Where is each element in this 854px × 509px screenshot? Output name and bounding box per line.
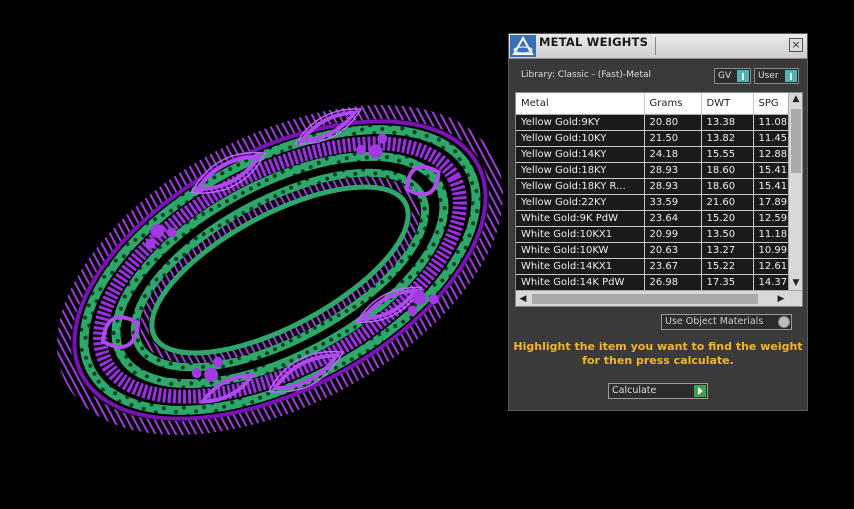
table-cell: White Gold:14KX1 [516,258,645,275]
table-row[interactable]: Yellow Gold:9KY 20.80 13.38 11.08 [516,114,789,131]
table-row[interactable]: Yellow Gold:18KY R... 28.93 18.60 15.41 [516,178,789,195]
table-cell: 15.22 [701,258,754,275]
table-cell: 12.59 [753,210,789,227]
toggle-icon [785,70,797,82]
table-row[interactable]: White Gold:14KX1 23.67 15.22 12.61 [516,258,789,275]
3d-viewport[interactable] [0,0,505,505]
table-cell: 13.82 [701,130,754,147]
table-cell: 15.20 [701,210,754,227]
table-row[interactable]: Yellow Gold:14KY 24.18 15.55 12.88 [516,146,789,163]
table-row[interactable]: White Gold:10KW 20.63 13.27 10.99 [516,242,789,259]
column-header-grams[interactable]: Grams [644,93,702,115]
table-cell: 14.37 [753,274,789,291]
table-cell: 18.60 [701,162,754,179]
table-row[interactable]: Yellow Gold:22KY 33.59 21.60 17.89 [516,194,789,211]
scroll-thumb[interactable] [791,109,801,173]
table-cell: 18.60 [701,178,754,195]
table-row[interactable]: Yellow Gold:10KY 21.50 13.82 11.45 [516,130,789,147]
table-cell: White Gold:10KW [516,242,645,259]
table-cell: 20.63 [644,242,702,259]
table-cell: White Gold:14K PdW [516,274,645,291]
column-header-metal[interactable]: Metal [516,93,645,115]
column-header-spg[interactable]: SPG [753,93,789,115]
table-cell: 11.18 [753,226,789,243]
gv-toggle[interactable]: GV [714,68,751,84]
table-cell: White Gold:9K PdW [516,210,645,227]
metal-weights-panel: METAL WEIGHTS × Library: Classic - (Fast… [508,33,808,411]
table-row[interactable]: White Gold:14K PdW 26.98 17.35 14.37 [516,274,789,291]
scroll-up-icon[interactable]: ▲ [789,93,802,106]
table-cell: Yellow Gold:18KY [516,162,645,179]
table-cell: 17.89 [753,194,789,211]
column-header-dwt[interactable]: DWT [701,93,754,115]
table-cell: Yellow Gold:10KY [516,130,645,147]
table-cell: 10.99 [753,242,789,259]
table-cell: 12.88 [753,146,789,163]
radio-icon[interactable] [778,316,790,328]
calculate-button[interactable]: Calculate [608,383,708,399]
instructions-line: Highlight the item you want to find the … [513,340,803,353]
table-cell: 13.50 [701,226,754,243]
table-cell: 17.35 [701,274,754,291]
table-cell: Yellow Gold:22KY [516,194,645,211]
gv-toggle-label: GV [718,71,732,81]
toggle-icon [737,70,749,82]
calculate-label: Calculate [612,385,657,396]
scroll-right-icon[interactable]: ▶ [774,291,788,306]
scroll-left-icon[interactable]: ◀ [516,291,530,306]
table-cell: 28.93 [644,178,702,195]
table-cell: 13.38 [701,114,754,131]
matrix-logo-icon [510,35,536,57]
user-toggle-label: User [758,71,779,81]
instructions-text: Highlight the item you want to find the … [509,340,807,368]
title-divider [655,37,656,55]
bangle-render [56,105,504,435]
table-cell: 15.41 [753,178,789,195]
table-cell: White Gold:10KX1 [516,226,645,243]
user-toggle[interactable]: User [754,68,799,84]
use-object-materials-option[interactable]: Use Object Materials [661,314,792,330]
table-cell: 20.99 [644,226,702,243]
vertical-scrollbar[interactable]: ▲ ▼ [788,93,802,290]
use-object-materials-label: Use Object Materials [665,316,764,327]
table-cell: 21.60 [701,194,754,211]
play-icon [694,385,706,397]
table-cell: Yellow Gold:9KY [516,114,645,131]
table-header-row: Metal Grams DWT SPG [516,93,789,115]
table-cell: 24.18 [644,146,702,163]
library-label: Library: Classic - (Fast)-Metal [521,70,652,80]
horizontal-scrollbar[interactable]: ◀ ▶ [516,290,802,306]
panel-title: METAL WEIGHTS [539,35,649,49]
close-button[interactable]: × [789,38,803,52]
metal-table[interactable]: Metal Grams DWT SPG Yellow Gold:9KY 20.80… [515,92,803,307]
table-row[interactable]: White Gold:9K PdW 23.64 15.20 12.59 [516,210,789,227]
scroll-thumb[interactable] [532,294,758,304]
table-cell: 23.64 [644,210,702,227]
panel-titlebar[interactable]: METAL WEIGHTS × [509,34,807,59]
table-row[interactable]: Yellow Gold:18KY 28.93 18.60 15.41 [516,162,789,179]
table-cell: 26.98 [644,274,702,291]
table-cell: 21.50 [644,130,702,147]
table-cell: 11.45 [753,130,789,147]
table-cell: 33.59 [644,194,702,211]
table-cell: Yellow Gold:14KY [516,146,645,163]
table-cell: Yellow Gold:18KY R... [516,178,645,195]
table-row[interactable]: White Gold:10KX1 20.99 13.50 11.18 [516,226,789,243]
table-cell: 15.41 [753,162,789,179]
table-cell: 11.08 [753,114,789,131]
table-cell: 28.93 [644,162,702,179]
table-cell: 15.55 [701,146,754,163]
scroll-down-icon[interactable]: ▼ [789,277,802,290]
table-cell: 13.27 [701,242,754,259]
table-cell: 23.67 [644,258,702,275]
table-cell: 12.61 [753,258,789,275]
table-cell: 20.80 [644,114,702,131]
instructions-line: for then press calculate. [582,354,734,367]
